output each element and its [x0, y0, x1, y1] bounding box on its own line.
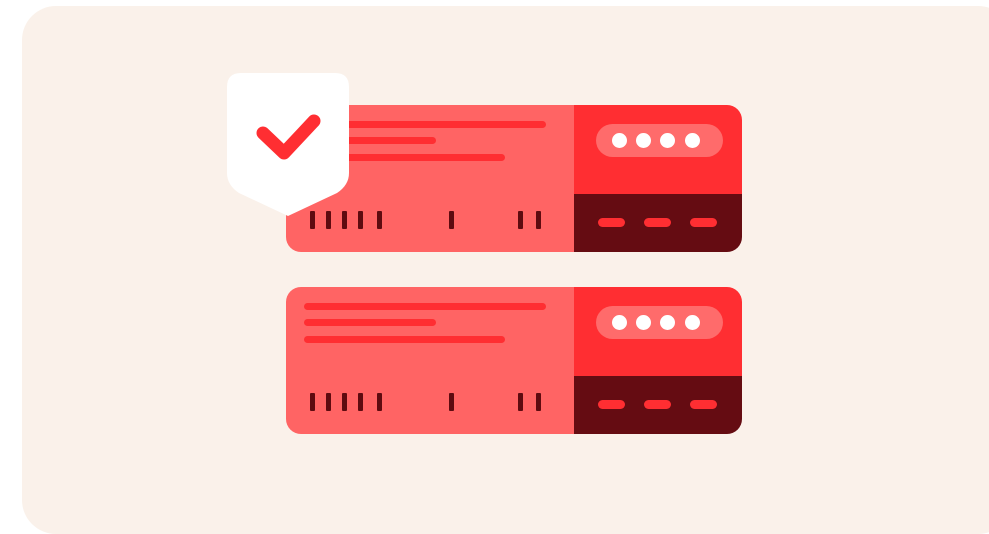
status-dash	[598, 400, 625, 409]
barcode-tick	[377, 211, 382, 229]
masked-pin-icon	[596, 124, 723, 157]
status-dash	[690, 400, 717, 409]
illustration-canvas	[22, 6, 989, 534]
status-panel	[574, 376, 742, 434]
pin-dot	[612, 315, 627, 330]
barcode-tick	[358, 211, 363, 229]
barcode-tick	[536, 393, 541, 411]
barcode-tick	[518, 211, 523, 229]
text-line-1	[304, 303, 546, 310]
status-dash	[690, 218, 717, 227]
server-card-top	[286, 105, 742, 252]
pin-dot	[685, 133, 700, 148]
pin-dot	[660, 315, 675, 330]
card-body	[286, 287, 574, 434]
barcode-tick	[377, 393, 382, 411]
barcode-tick	[310, 393, 315, 411]
status-dash	[644, 218, 671, 227]
barcode-tick	[449, 211, 454, 229]
barcode-tick	[342, 393, 347, 411]
barcode-tick	[536, 211, 541, 229]
status-dash	[644, 400, 671, 409]
pin-dot	[612, 133, 627, 148]
pin-dot	[636, 133, 651, 148]
barcode-tick	[449, 393, 454, 411]
pin-dot	[660, 133, 675, 148]
server-card-bottom	[286, 287, 742, 434]
barcode-tick	[358, 393, 363, 411]
pin-dot	[685, 315, 700, 330]
status-dash	[598, 218, 625, 227]
status-panel	[574, 194, 742, 252]
text-line-3	[304, 336, 505, 343]
pin-dot	[636, 315, 651, 330]
pin-panel	[574, 105, 742, 194]
masked-pin-icon	[596, 306, 723, 339]
barcode-tick	[518, 393, 523, 411]
pin-panel	[574, 287, 742, 376]
shield-check-icon	[227, 73, 349, 216]
barcode-tick	[326, 393, 331, 411]
text-line-2	[304, 319, 436, 326]
